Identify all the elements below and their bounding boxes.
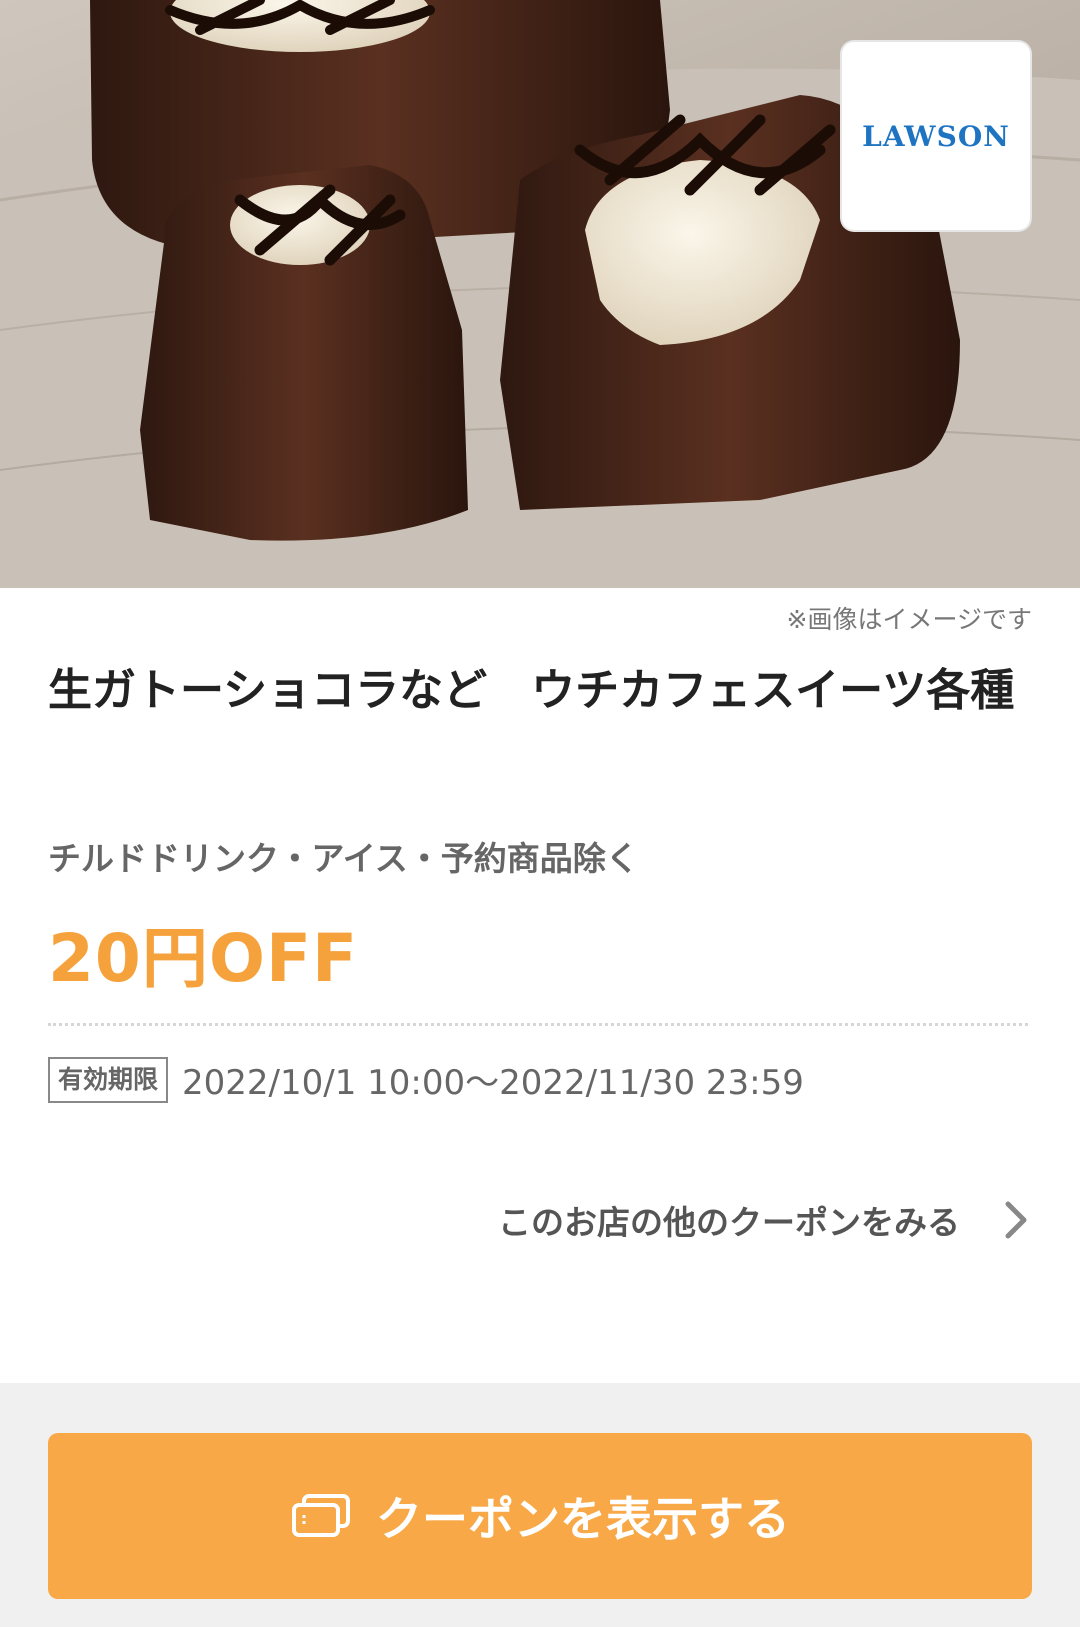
- coupon-title: 生ガトーショコラなど ウチカフェスイーツ各種: [48, 665, 1015, 716]
- image-note: ※画像はイメージです: [786, 605, 1032, 634]
- show-coupon-label: クーポンを表示する: [376, 1492, 790, 1546]
- chevron-right-icon: [1005, 1201, 1027, 1239]
- product-image: LAWSON: [0, 0, 1080, 588]
- more-coupons-link[interactable]: このお店の他のクーポンをみる: [498, 1196, 1032, 1244]
- validity-dates: 2022/10/1 10:00〜2022/11/30 23:59: [182, 1063, 804, 1103]
- divider: [48, 1023, 1028, 1026]
- coupon-condition: チルドドリンク・アイス・予約商品除く: [48, 839, 639, 878]
- bottom-bar: クーポンを表示する: [0, 1383, 1080, 1627]
- store-logo: LAWSON: [842, 42, 1030, 230]
- validity-badge: 有効期限: [48, 1056, 169, 1103]
- coupon-cards-icon: [292, 1494, 350, 1537]
- more-coupons-label: このお店の他のクーポンをみる: [498, 1203, 960, 1242]
- store-logo-text: LAWSON: [862, 119, 1010, 153]
- show-coupon-button[interactable]: クーポンを表示する: [48, 1433, 1032, 1599]
- validity-row: 有効期限 2022/10/1 10:00〜2022/11/30 23:59: [48, 1055, 804, 1104]
- discount-amount: 20円OFF: [48, 920, 359, 997]
